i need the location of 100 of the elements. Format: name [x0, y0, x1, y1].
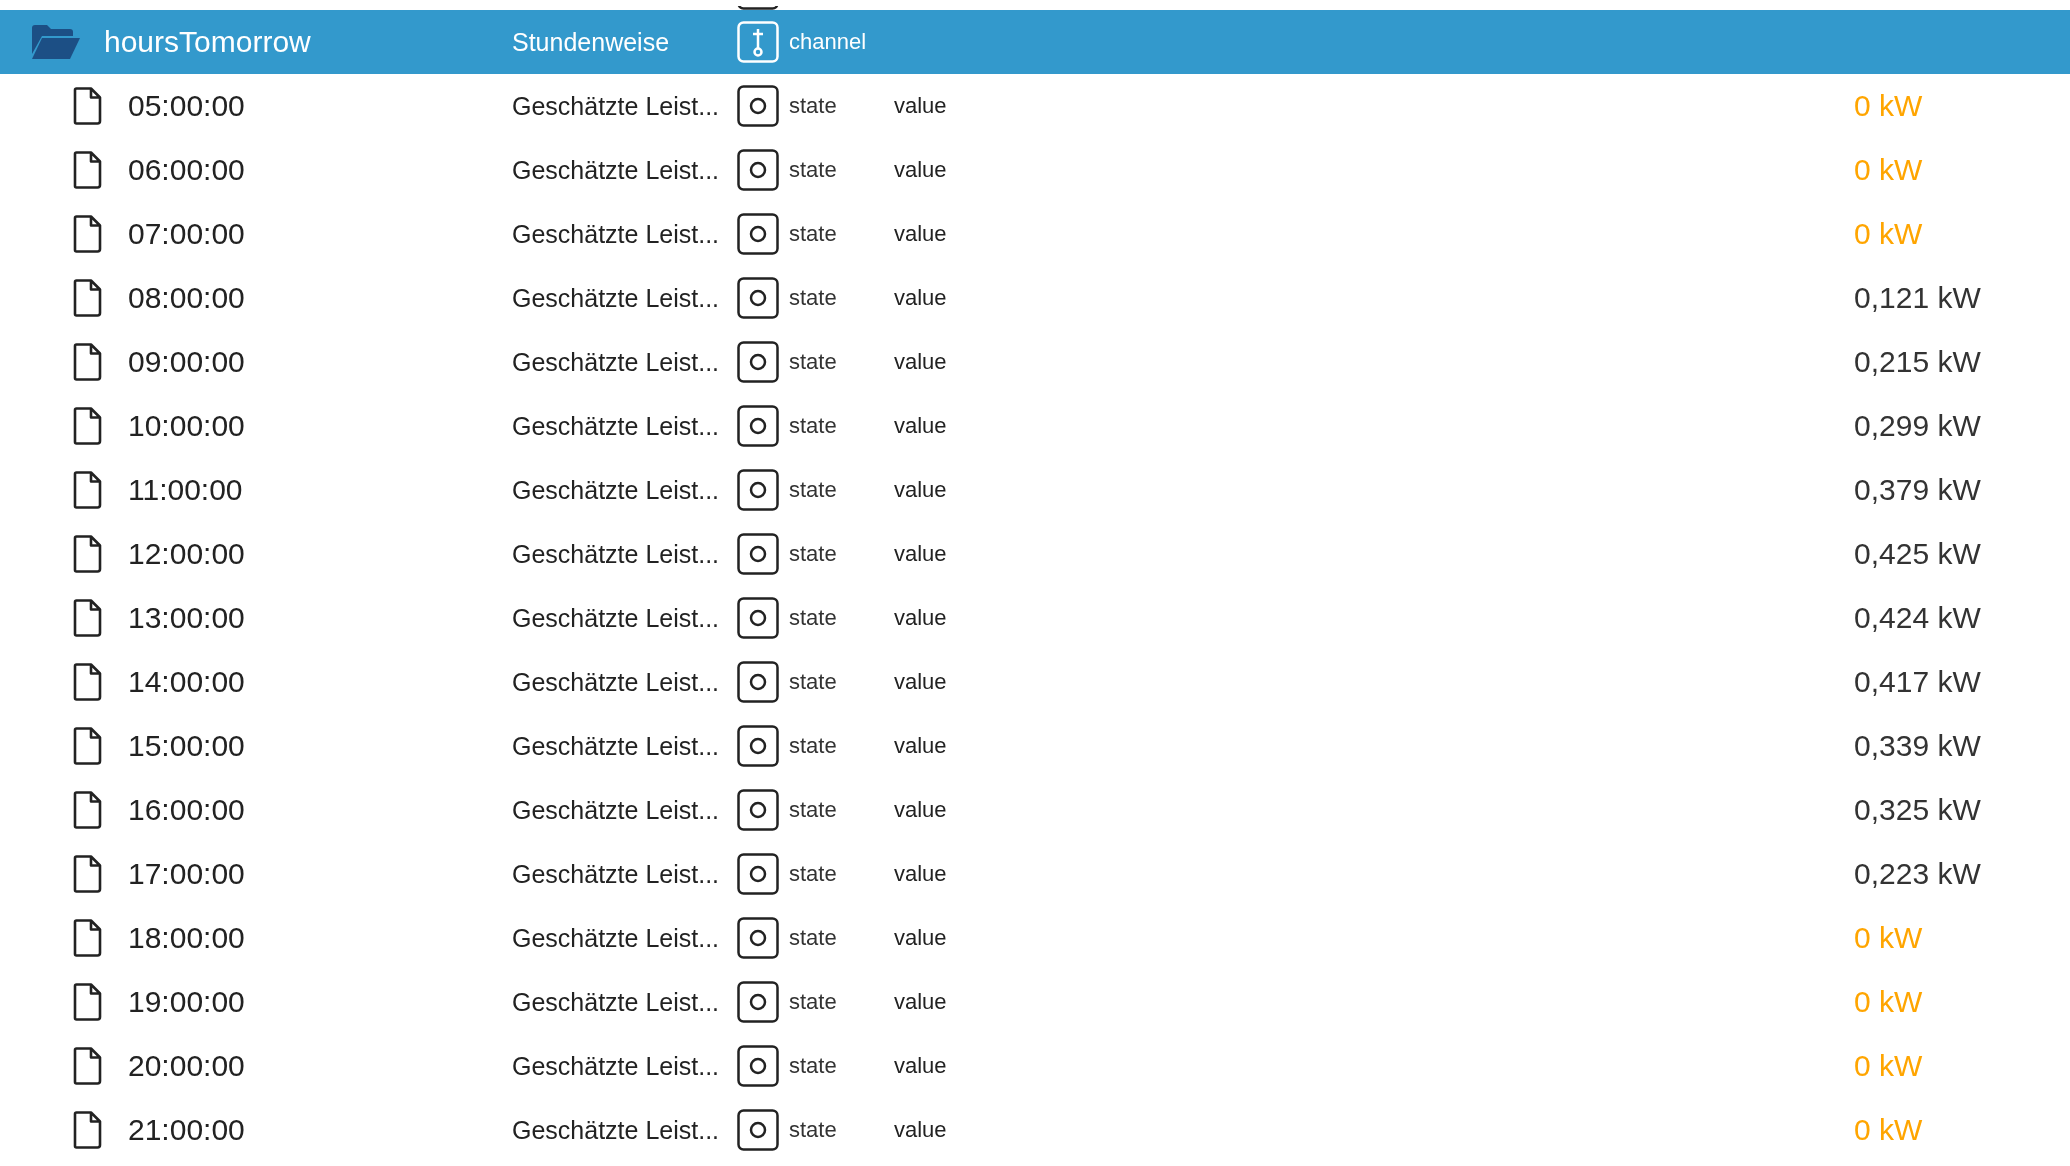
state-name: 19:00:00 [128, 985, 245, 1019]
channel-type-icon [737, 21, 779, 63]
state-value: 0 kW [1854, 217, 1923, 251]
state-name: 18:00:00 [128, 921, 245, 955]
state-type-icon [737, 85, 779, 127]
type-label: state [789, 157, 837, 183]
state-value: 0,425 kW [1854, 537, 1981, 571]
type-label: state [789, 93, 837, 119]
state-value: 0 kW [1854, 153, 1923, 187]
state-description: Geschätzte Leist... [512, 91, 721, 121]
folder-name: hoursTomorrow [104, 25, 311, 59]
type-label: state [789, 989, 837, 1015]
file-icon [72, 535, 102, 573]
state-value: 0,121 kW [1854, 281, 1981, 315]
file-icon [72, 791, 102, 829]
state-type-icon [737, 149, 779, 191]
state-type-icon [737, 917, 779, 959]
state-description: Geschätzte Leist... [512, 411, 721, 441]
state-type-icon [737, 341, 779, 383]
state-type-icon [737, 405, 779, 447]
state-description: Geschätzte Leist... [512, 539, 721, 569]
type-label: state [789, 285, 837, 311]
state-value: 0 kW [1854, 1049, 1923, 1083]
open-folder-icon [30, 24, 82, 60]
file-icon [72, 1111, 102, 1149]
state-name: 12:00:00 [128, 537, 245, 571]
state-value: 0 kW [1854, 985, 1923, 1019]
state-name: 15:00:00 [128, 729, 245, 763]
type-label: channel [789, 29, 867, 55]
file-icon [72, 343, 102, 381]
type-label: state [789, 797, 837, 823]
type-label: state [789, 541, 837, 567]
state-name: 05:00:00 [128, 89, 245, 123]
state-type-icon [737, 277, 779, 319]
folder-row[interactable]: hoursTomorrow Stundenweise channel [0, 10, 2070, 74]
state-type-icon [737, 661, 779, 703]
state-name: 14:00:00 [128, 665, 245, 699]
role-label: value [894, 925, 948, 951]
state-description: Geschätzte Leist... [512, 859, 721, 889]
state-name: 10:00:00 [128, 409, 245, 443]
state-value: 0,325 kW [1854, 793, 1981, 827]
role-label: value [894, 1117, 948, 1143]
state-description: Geschätzte Leist... [512, 1051, 721, 1081]
state-value: 0 kW [1854, 1113, 1923, 1147]
role-label: value [894, 413, 948, 439]
file-icon [72, 983, 102, 1021]
type-label: state [789, 733, 837, 759]
state-description: Geschätzte Leist... [512, 1115, 721, 1145]
state-name: 11:00:00 [128, 473, 243, 507]
state-value: 0 kW [1854, 921, 1923, 955]
role-label: value [894, 541, 948, 567]
file-icon [72, 1047, 102, 1085]
state-value: 0,299 kW [1854, 409, 1981, 443]
type-label: state [789, 413, 837, 439]
state-name: 09:00:00 [128, 345, 245, 379]
type-label: state [789, 605, 837, 631]
state-value: 0,223 kW [1854, 857, 1981, 891]
type-label: state [789, 221, 837, 247]
file-icon [72, 919, 102, 957]
role-label: value [894, 1053, 948, 1079]
state-description: Geschätzte Leist... [512, 347, 721, 377]
role-label: value [894, 733, 948, 759]
file-icon [72, 87, 102, 125]
state-name: 16:00:00 [128, 793, 245, 827]
state-description: Geschätzte Leist... [512, 283, 721, 313]
state-value: 0 kW [1854, 89, 1923, 123]
state-type-icon [737, 533, 779, 575]
type-label: state [789, 861, 837, 887]
role-label: value [894, 669, 948, 695]
state-type-icon [737, 1109, 779, 1151]
state-description: Geschätzte Leist... [512, 603, 721, 633]
state-description: Geschätzte Leist... [512, 987, 721, 1017]
state-name: 17:00:00 [128, 857, 245, 891]
state-description: Geschätzte Leist... [512, 731, 721, 761]
file-icon [72, 471, 102, 509]
file-icon [72, 279, 102, 317]
role-label: value [894, 157, 948, 183]
role-label: value [894, 989, 948, 1015]
state-type-icon [737, 469, 779, 511]
role-label: value [894, 349, 948, 375]
folder-description: Stundenweise [512, 27, 671, 57]
role-label: value [894, 477, 948, 503]
state-type-icon [737, 597, 779, 639]
file-icon [72, 855, 102, 893]
state-type-icon [737, 213, 779, 255]
file-icon [72, 151, 102, 189]
type-label: state [789, 349, 837, 375]
type-label: state [789, 1053, 837, 1079]
file-icon [72, 599, 102, 637]
state-type-icon [737, 725, 779, 767]
state-name: 07:00:00 [128, 217, 245, 251]
state-name: 08:00:00 [128, 281, 245, 315]
state-name: 06:00:00 [128, 153, 245, 187]
state-type-icon [737, 789, 779, 831]
state-type-icon [737, 1045, 779, 1087]
role-label: value [894, 93, 948, 119]
state-description: Geschätzte Leist... [512, 155, 721, 185]
role-label: value [894, 861, 948, 887]
role-label: value [894, 221, 948, 247]
state-type-icon [737, 853, 779, 895]
